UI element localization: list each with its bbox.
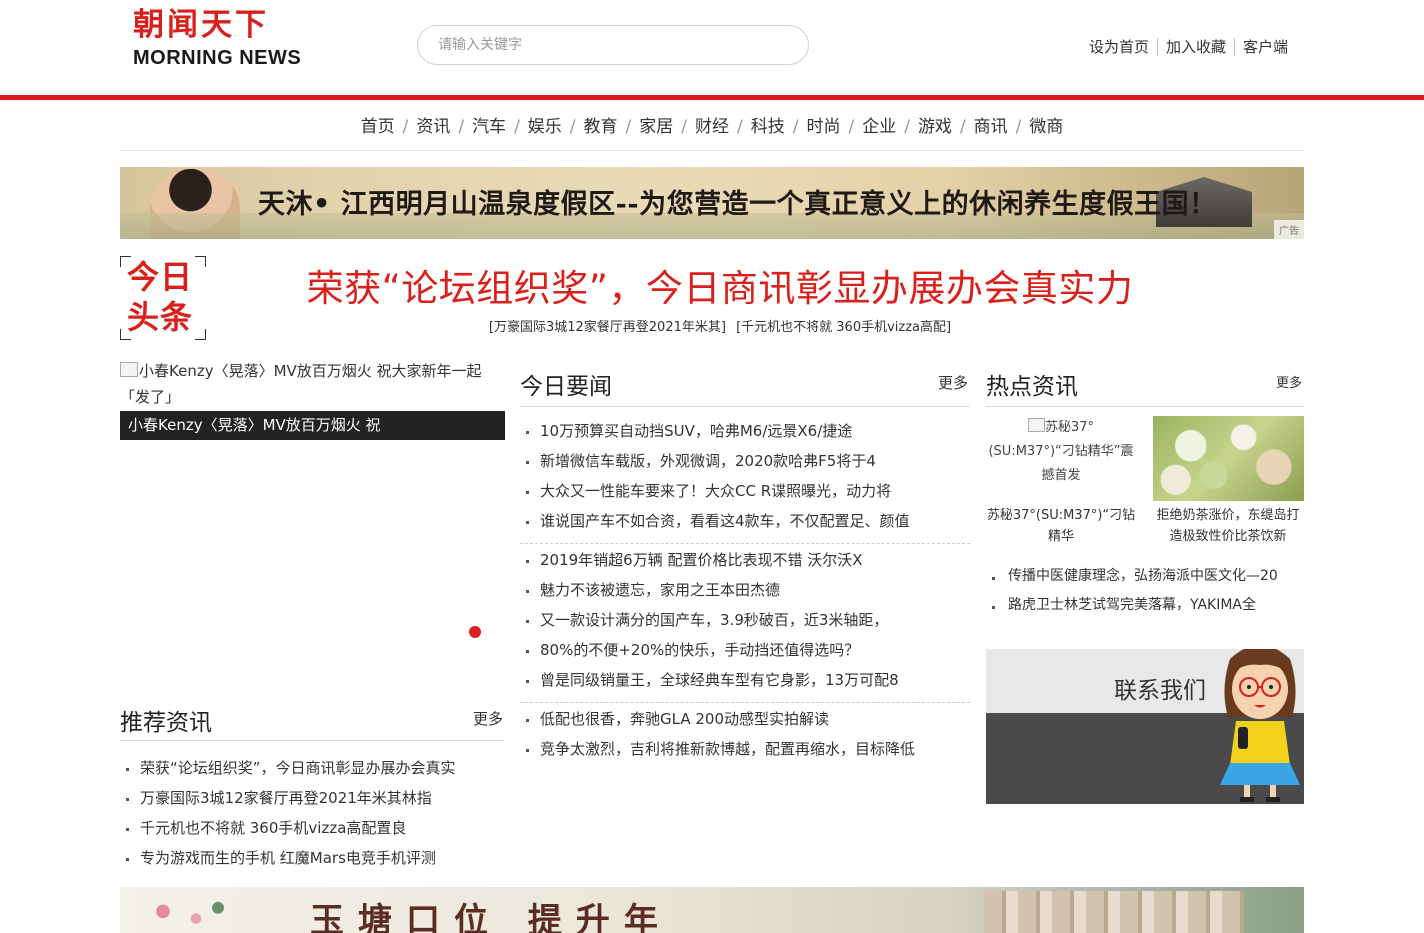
list-item[interactable]: 曾是同级销量王，全球经典车型有它身影，13万可配8 — [520, 665, 970, 695]
nav-divider — [120, 150, 1304, 151]
nav-item-fashion[interactable]: 时尚 — [806, 112, 840, 137]
cartoon-girl-icon — [1220, 649, 1300, 802]
nav-item-tech[interactable]: 科技 — [751, 112, 785, 137]
hot-news-divider — [986, 406, 1304, 407]
ad-tag: 广告 — [1274, 220, 1304, 239]
top-links: 设为首页 加入收藏 客户端 — [1081, 36, 1296, 57]
banner-ad-text: 天沐• 江西明月山温泉度假区--为您营造一个真正意义上的休闲养生度假王国！ — [258, 189, 1217, 220]
badge-line-1: 今日 — [127, 258, 194, 296]
hot-thumb-2-image[interactable] — [1153, 416, 1304, 501]
client-app-link[interactable]: 客户端 — [1233, 38, 1296, 56]
nav-separator: / — [681, 117, 687, 137]
nav-item-enterprise[interactable]: 企业 — [862, 112, 896, 137]
nav-item-home-living[interactable]: 家居 — [639, 112, 673, 137]
nav-item-home[interactable]: 首页 — [361, 112, 395, 137]
list-item[interactable]: 专为游戏而生的手机 红魔Mars电竞手机评测 — [120, 843, 505, 873]
list-item[interactable]: 魅力不该被遗忘，家用之王本田杰德 — [520, 575, 970, 605]
hot-news-title: 热点资讯 — [986, 374, 1078, 400]
hot-thumb-2-caption[interactable]: 拒绝奶茶涨价，东缇岛打造极致性价比茶饮新 — [1153, 505, 1303, 547]
list-item[interactable]: 80%的不便+20%的快乐，手动挡还值得选吗？ — [520, 635, 970, 665]
main-nav: 首页 / 资讯 / 汽车 / 娱乐 / 教育 / 家居 / 财经 / 科技 / 时尚 / 企业 / 游戏 / 商讯 / 微商 — [0, 112, 1424, 137]
today-news-more-link[interactable]: 更多 — [938, 372, 968, 393]
header-red-bar — [0, 95, 1424, 100]
broken-image-icon — [1027, 418, 1045, 432]
site-logo[interactable]: 朝闻天下 MORNING NEWS — [133, 8, 353, 72]
list-item[interactable]: 又一款设计满分的国产车，3.9秒破百，近3米轴距， — [520, 605, 970, 635]
headline-sub-link[interactable]: [万豪国际3城12家餐厅再登2021年米其] — [489, 320, 726, 335]
today-news-group-3: 低配也很香，奔驰GLA 200动感型实拍解读 竞争太激烈，吉利将推新款博越，配置… — [520, 704, 970, 764]
list-item[interactable]: 新增微信车载版，外观微调，2020款哈弗F5将于4 — [520, 446, 970, 476]
nav-separator: / — [569, 117, 576, 137]
contact-us-label: 联系我们 — [1114, 678, 1206, 704]
today-news-group-2: 2019年销超6万辆 配置价格比表现不错 沃尔沃X 魅力不该被遗忘，家用之王本田… — [520, 545, 970, 695]
bottom-banner-text: 玉塘口位 提升年 — [310, 901, 672, 933]
search-input[interactable] — [417, 25, 809, 65]
badge-line-2: 头条 — [127, 298, 194, 336]
hot-news-list: 传播中医健康理念，弘扬海派中医文化—20 路虎卫士林芝试驾完美落幕，YAKIMA… — [986, 562, 1304, 620]
list-item[interactable]: 路虎卫士林芝试驾完美落幕，YAKIMA全 — [986, 591, 1304, 620]
nav-separator: / — [625, 117, 632, 137]
recommend-list: 荣获“论坛组织奖”，今日商讯彰显办展办会真实 万豪国际3城12家餐厅再登2021… — [120, 753, 505, 873]
add-favorite-link[interactable]: 加入收藏 — [1156, 38, 1234, 56]
nav-separator: / — [792, 117, 799, 137]
nav-separator: / — [458, 117, 465, 137]
list-item[interactable]: 传播中医健康理念，弘扬海派中医文化—20 — [986, 562, 1304, 591]
list-item[interactable]: 万豪国际3城12家餐厅再登2021年米其林指 — [120, 783, 505, 813]
list-item[interactable]: 荣获“论坛组织奖”，今日商讯彰显办展办会真实 — [120, 753, 505, 783]
bottom-banner-ad[interactable]: 玉塘口位 提升年 — [120, 887, 1304, 933]
banner-buildings-image — [984, 891, 1244, 933]
headline-title[interactable]: 荣获“论坛组织奖”，今日商讯彰显办展办会真实力 — [220, 258, 1220, 312]
nav-item-entertainment[interactable]: 娱乐 — [528, 112, 562, 137]
nav-item-news[interactable]: 资讯 — [416, 112, 450, 137]
hot-thumb-1-caption[interactable]: 苏秘37°(SU:M37°)“刁钻精华 — [986, 505, 1136, 547]
nav-item-auto[interactable]: 汽车 — [472, 112, 506, 137]
set-homepage-link[interactable]: 设为首页 — [1081, 38, 1157, 56]
hot-thumb-1-image[interactable]: 苏秘37°(SU:M37°)“刁钻精华”震撼首发 — [986, 416, 1136, 488]
list-item[interactable]: 低配也很香，奔驰GLA 200动感型实拍解读 — [520, 704, 970, 734]
today-headline-badge: 今日 头条 — [120, 256, 206, 340]
recommend-divider — [120, 740, 505, 741]
slideshow-alt-text: 小春Kenzy〈晃落〉MV放百万烟火 祝大家新年一起「发了」 — [120, 362, 482, 406]
banner-ad[interactable]: 天沐• 江西明月山温泉度假区--为您营造一个真正意义上的休闲养生度假王国！ 广告 — [120, 167, 1304, 239]
headline-sub-link[interactable]: [千元机也不将就 360手机vizza高配] — [736, 320, 951, 335]
nav-item-business[interactable]: 商讯 — [974, 112, 1008, 137]
broken-image-icon — [120, 362, 138, 377]
slideshow-caption[interactable]: 小春Kenzy〈晃落〉MV放百万烟火 祝 — [120, 411, 505, 440]
news-dashed-divider — [520, 702, 970, 703]
slideshow-image[interactable]: 小春Kenzy〈晃落〉MV放百万烟火 祝大家新年一起「发了」 — [120, 358, 505, 410]
nav-separator: / — [514, 117, 520, 137]
list-item[interactable]: 竞争太激烈，吉利将推新款博越，配置再缩水，目标降低 — [520, 734, 970, 764]
today-news-divider — [520, 406, 970, 407]
list-item[interactable]: 千元机也不将就 360手机vizza高配置良 — [120, 813, 505, 843]
list-item[interactable]: 10万预算买自动挡SUV，哈弗M6/远景X6/捷途 — [520, 416, 970, 446]
today-news-group-1: 10万预算买自动挡SUV，哈弗M6/远景X6/捷途 新增微信车载版，外观微调，2… — [520, 416, 970, 536]
nav-separator: / — [848, 117, 855, 137]
nav-separator: / — [1015, 117, 1022, 137]
recommend-title: 推荐资讯 — [120, 710, 212, 736]
today-news-title: 今日要闻 — [520, 374, 612, 400]
logo-english-text: MORNING NEWS — [133, 47, 302, 69]
list-item[interactable]: 谁说国产车不如合资，看看这4款车，不仅配置足、颜值 — [520, 506, 970, 536]
headline-sub-links: [万豪国际3城12家餐厅再登2021年米其] [千元机也不将就 360手机viz… — [220, 316, 1220, 335]
nav-separator: / — [959, 117, 966, 137]
slideshow-dot-active[interactable] — [469, 626, 481, 638]
nav-item-games[interactable]: 游戏 — [918, 112, 952, 137]
list-item[interactable]: 大众又一性能车要来了！大众CC R谍照曝光，动力将 — [520, 476, 970, 506]
recommend-more-link[interactable]: 更多 — [473, 708, 503, 729]
hot-thumb-1-alt-text: 苏秘37°(SU:M37°)“刁钻精华”震撼首发 — [988, 420, 1134, 483]
nav-separator: / — [737, 117, 743, 137]
nav-item-wechat-business[interactable]: 微商 — [1029, 112, 1063, 137]
banner-flowers-image — [130, 897, 240, 933]
nav-item-education[interactable]: 教育 — [584, 112, 618, 137]
logo-chinese-text: 朝闻天下 — [133, 7, 269, 43]
nav-separator: / — [402, 117, 409, 137]
list-item[interactable]: 2019年销超6万辆 配置价格比表现不错 沃尔沃X — [520, 545, 970, 575]
nav-item-finance[interactable]: 财经 — [695, 112, 729, 137]
hot-news-more-link[interactable]: 更多 — [1276, 372, 1302, 391]
news-dashed-divider — [520, 543, 970, 544]
nav-separator: / — [904, 117, 910, 137]
contact-us-box[interactable]: 联系我们 — [986, 649, 1304, 804]
